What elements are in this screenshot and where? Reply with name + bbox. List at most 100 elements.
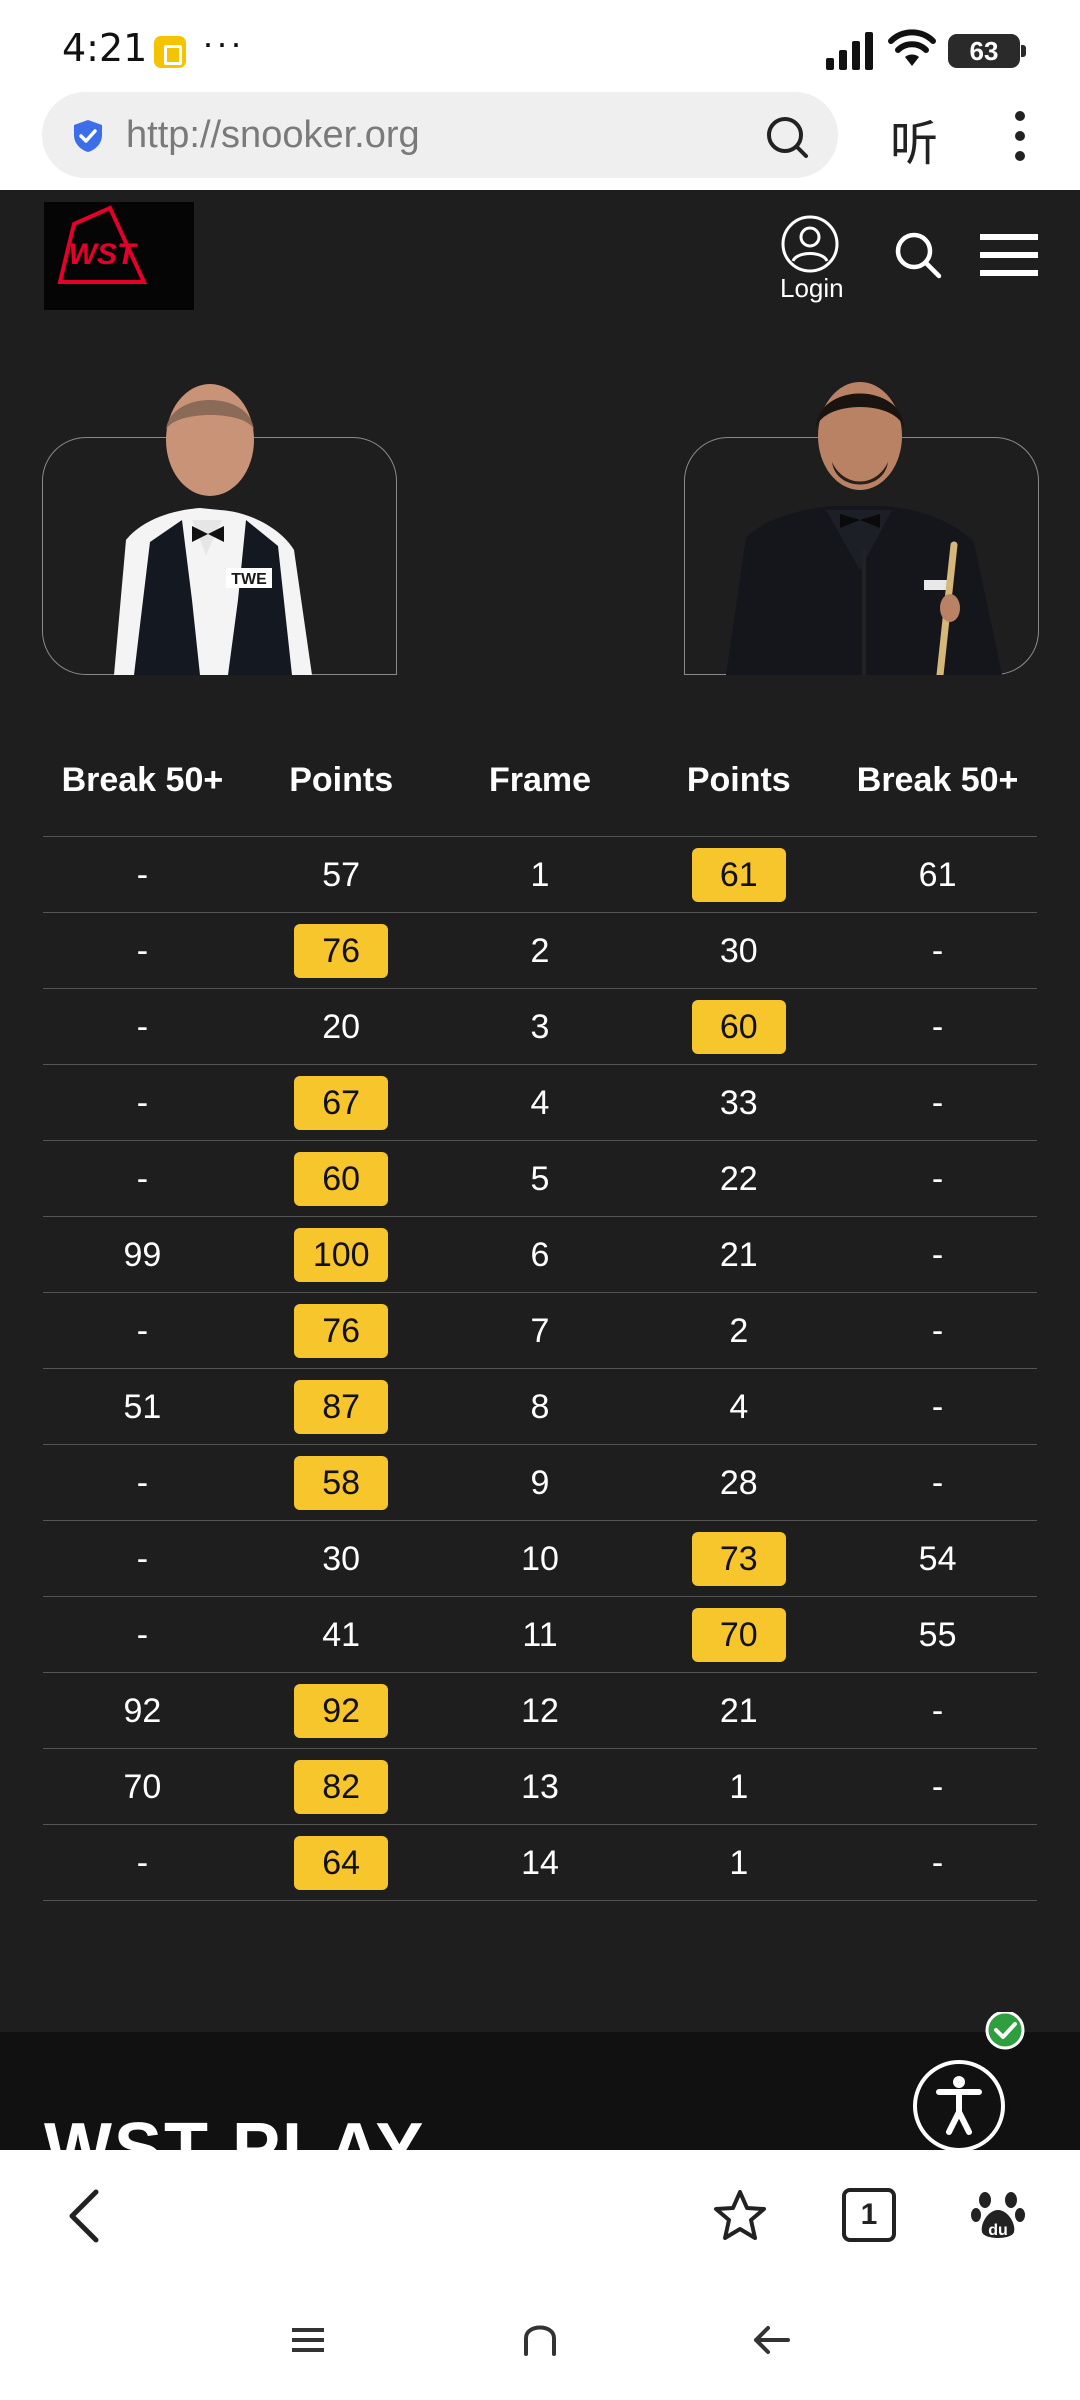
listen-button[interactable]: 听 bbox=[890, 104, 938, 174]
cell-value: 8 bbox=[530, 1387, 550, 1426]
tab-switcher-button[interactable]: 1 bbox=[842, 2188, 896, 2242]
accessibility-button[interactable] bbox=[905, 2012, 1053, 2160]
frame-number-cell: 8 bbox=[441, 1380, 640, 1434]
table-row: - 76 2 30 - bbox=[43, 913, 1037, 989]
login-button[interactable]: Login bbox=[780, 214, 844, 303]
cell-value: - bbox=[931, 1767, 944, 1806]
left-break-cell: - bbox=[43, 924, 242, 978]
table-row: 70 82 13 1 - bbox=[43, 1749, 1037, 1825]
baidu-paw-icon[interactable]: du bbox=[970, 2186, 1026, 2242]
winning-score-badge: 82 bbox=[294, 1759, 389, 1814]
table-row: - 60 5 22 - bbox=[43, 1141, 1037, 1217]
header-left-points: Points bbox=[289, 761, 394, 799]
system-back-icon[interactable] bbox=[752, 2320, 792, 2360]
player-card-left[interactable]: TWE bbox=[42, 370, 397, 675]
cell-value: - bbox=[136, 1007, 149, 1046]
wst-logo[interactable]: WST bbox=[44, 202, 194, 310]
winning-score-badge: 67 bbox=[294, 1075, 389, 1130]
cell-value: 61 bbox=[918, 855, 957, 894]
right-break-cell: - bbox=[838, 1760, 1037, 1814]
right-break-cell: - bbox=[838, 1076, 1037, 1130]
cell-value: - bbox=[136, 855, 149, 894]
cell-value: - bbox=[931, 1159, 944, 1198]
player-card-right[interactable] bbox=[684, 370, 1039, 675]
cell-value: 9 bbox=[530, 1463, 550, 1502]
battery-indicator: 63 bbox=[948, 34, 1026, 68]
cell-value: 10 bbox=[521, 1539, 559, 1578]
right-break-cell: - bbox=[838, 1152, 1037, 1206]
home-icon[interactable] bbox=[520, 2320, 560, 2360]
table-row: 92 92 12 21 - bbox=[43, 1673, 1037, 1749]
cell-value: 30 bbox=[719, 931, 758, 970]
right-break-cell: - bbox=[838, 924, 1037, 978]
right-points-cell: 73 bbox=[639, 1531, 838, 1586]
frame-number-cell: 3 bbox=[441, 1000, 640, 1054]
table-row: - 41 11 70 55 bbox=[43, 1597, 1037, 1673]
left-break-cell: 51 bbox=[43, 1380, 242, 1434]
header-left-breaks: Break 50+ bbox=[61, 761, 224, 799]
right-points-cell: 28 bbox=[639, 1456, 838, 1510]
cell-value: 54 bbox=[918, 1539, 957, 1578]
winning-score-badge: 60 bbox=[294, 1151, 389, 1206]
more-options-icon[interactable] bbox=[1010, 108, 1030, 164]
frame-number-cell: 13 bbox=[441, 1760, 640, 1814]
url-text: http://snooker.org bbox=[126, 114, 420, 156]
right-points-cell: 70 bbox=[639, 1607, 838, 1662]
cell-value: 33 bbox=[719, 1083, 758, 1122]
left-break-cell: - bbox=[43, 1000, 242, 1054]
cell-value: - bbox=[136, 1843, 149, 1882]
menu-icon[interactable] bbox=[980, 234, 1038, 276]
cell-value: 55 bbox=[918, 1615, 957, 1654]
frame-number-cell: 11 bbox=[441, 1608, 640, 1662]
frame-number-cell: 6 bbox=[441, 1228, 640, 1282]
address-bar[interactable]: http://snooker.org bbox=[42, 92, 838, 178]
frame-number-cell: 1 bbox=[441, 848, 640, 902]
frame-number-cell: 10 bbox=[441, 1532, 640, 1586]
cell-value: 28 bbox=[719, 1463, 758, 1502]
left-break-cell: - bbox=[43, 1532, 242, 1586]
left-break-cell: - bbox=[43, 1608, 242, 1662]
frame-number-cell: 14 bbox=[441, 1836, 640, 1890]
winning-score-badge: 70 bbox=[691, 1607, 786, 1662]
recent-apps-icon[interactable] bbox=[288, 2320, 328, 2360]
table-row: - 30 10 73 54 bbox=[43, 1521, 1037, 1597]
table-row: - 20 3 60 - bbox=[43, 989, 1037, 1065]
site-search-icon[interactable] bbox=[893, 230, 943, 280]
user-icon bbox=[781, 215, 839, 273]
cell-value: 2 bbox=[530, 931, 550, 970]
player-photo-left: TWE bbox=[114, 384, 312, 675]
table-row: - 57 1 61 61 bbox=[43, 837, 1037, 913]
header-frame: Frame bbox=[488, 761, 592, 799]
search-icon[interactable] bbox=[764, 114, 810, 160]
security-shield-icon bbox=[74, 120, 102, 152]
winning-score-badge: 76 bbox=[294, 923, 389, 978]
right-points-cell: 1 bbox=[639, 1760, 838, 1814]
back-arrow-icon[interactable] bbox=[60, 2188, 110, 2244]
frame-scores-table: Break 50+ Points Frame Points Break 50+ … bbox=[43, 725, 1037, 1901]
cell-value: 57 bbox=[322, 855, 361, 894]
cell-value: - bbox=[136, 1463, 149, 1502]
cell-value: 1 bbox=[530, 855, 550, 894]
right-break-cell: 55 bbox=[838, 1608, 1037, 1662]
accessibility-icon bbox=[953, 2076, 965, 2088]
bookmark-star-icon[interactable] bbox=[712, 2188, 768, 2244]
left-points-cell: 82 bbox=[242, 1759, 441, 1814]
status-time: 4:21 bbox=[62, 26, 148, 70]
cell-value: 41 bbox=[322, 1615, 361, 1654]
right-points-cell: 33 bbox=[639, 1076, 838, 1130]
cell-value: 20 bbox=[322, 1007, 361, 1046]
cell-value: 21 bbox=[719, 1691, 758, 1730]
right-break-cell: - bbox=[838, 1684, 1037, 1738]
cell-value: 92 bbox=[123, 1691, 162, 1730]
left-points-cell: 60 bbox=[242, 1151, 441, 1206]
winning-score-badge: 64 bbox=[294, 1835, 389, 1890]
left-break-cell: - bbox=[43, 848, 242, 902]
cell-value: 5 bbox=[530, 1159, 550, 1198]
table-row: - 58 9 28 - bbox=[43, 1445, 1037, 1521]
table-row: - 67 4 33 - bbox=[43, 1065, 1037, 1141]
wifi-icon bbox=[888, 29, 936, 66]
table-row: - 64 14 1 - bbox=[43, 1825, 1037, 1901]
vest-badge-text: TWE bbox=[231, 571, 267, 588]
cell-value: - bbox=[931, 1387, 944, 1426]
cell-value: 30 bbox=[322, 1539, 361, 1578]
